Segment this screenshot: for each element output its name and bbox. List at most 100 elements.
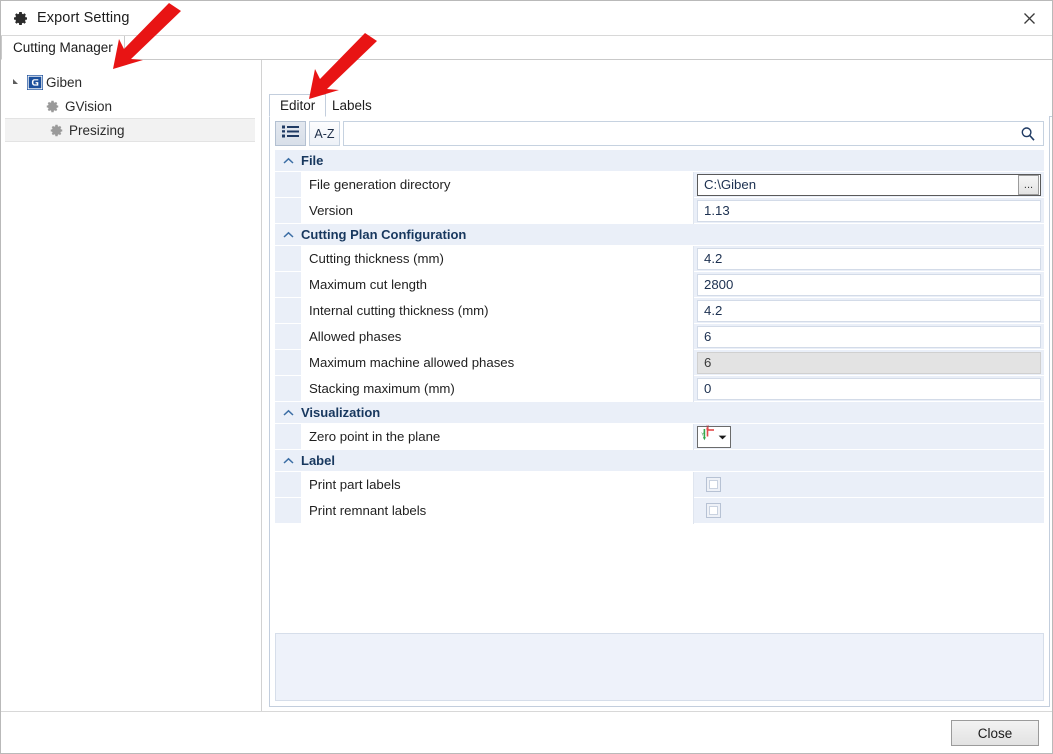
close-icon [1023,12,1036,25]
tab-cutting-manager[interactable]: Cutting Manager [1,36,125,60]
property-grid-empty-area [275,524,1044,592]
property-row[interactable]: Cutting thickness (mm) 4.2 [275,245,1044,272]
zero-point-dropdown[interactable]: XY [697,424,731,449]
property-row[interactable]: Version 1.13 [275,197,1044,224]
tab-labels[interactable]: Labels [322,94,382,117]
property-value-cell [697,500,1041,522]
property-value-field[interactable]: C:\Giben... [697,173,1041,196]
property-grid-toolbar: A-Z [275,121,1044,146]
property-row[interactable]: Allowed phases 6 [275,323,1044,350]
tree-item-giben[interactable]: Giben [1,70,261,94]
property-label: Internal cutting thickness (mm) [301,297,694,324]
dialog-body: Giben GVision Presizing Editor Labels A-… [1,60,1052,712]
tree-item-presizing[interactable]: Presizing [5,118,255,142]
property-row[interactable]: Stacking maximum (mm) 0 [275,375,1044,402]
property-row[interactable]: File generation directory C:\Giben... [275,171,1044,198]
axis-origin-icon: XY [698,424,718,449]
property-value-text: 2800 [704,277,734,292]
gear-icon [49,123,64,138]
tab-editor[interactable]: Editor [269,94,327,117]
property-row[interactable]: Internal cutting thickness (mm) 4.2 [275,297,1044,324]
checkbox-cell[interactable] [702,474,724,496]
editor-tab-strip: Editor Labels [269,94,1052,117]
property-search-box[interactable] [343,121,1044,146]
property-value: 6 [694,350,1044,376]
dialog-footer: Close [1,711,1052,753]
category-header[interactable]: Cutting Plan Configuration [275,224,1044,246]
property-label: Cutting thickness (mm) [301,245,694,272]
sort-alpha-icon: A-Z [314,126,335,141]
property-value-field[interactable]: 6 [697,351,1041,374]
property-row[interactable]: Print part labels [275,471,1044,498]
property-value-field[interactable]: 6 [697,325,1041,348]
tree-item-gvision[interactable]: GVision [1,94,261,118]
export-setting-dialog: Export Setting Cutting Manager Giben GVi… [0,0,1053,754]
property-label: Stacking maximum (mm) [301,375,694,402]
tab-editor-label: Editor [280,98,316,113]
property-value: 0 [694,376,1044,402]
property-label: Allowed phases [301,323,694,350]
property-row[interactable]: Maximum machine allowed phases 6 [275,349,1044,376]
tree-item-giben-label: Giben [46,74,83,90]
checkbox-icon[interactable] [705,477,721,492]
browse-ellipsis-button[interactable]: ... [1018,174,1039,195]
chevron-up-icon[interactable] [275,157,301,165]
tab-labels-label: Labels [332,98,372,113]
close-button-label: Close [977,725,1013,741]
gear-icon [45,99,60,114]
property-value: 4.2 [694,246,1044,272]
property-description-panel [275,633,1044,701]
close-button[interactable]: Close [951,720,1039,746]
svg-text:X: X [706,424,709,429]
chevron-up-icon[interactable] [275,409,301,417]
category-header[interactable]: File [275,150,1044,172]
categorized-view-button[interactable] [275,121,306,146]
categorized-list-icon [282,125,299,143]
checkbox-cell[interactable] [702,500,724,522]
property-value: XY [694,424,1044,450]
property-label: Zero point in the plane [301,423,694,450]
property-value-text: 6 [704,355,712,370]
property-value-field[interactable]: 4.2 [697,299,1041,322]
tree-expander-icon[interactable] [10,75,24,89]
property-row[interactable]: Maximum cut length 2800 [275,271,1044,298]
gear-icon [12,10,29,27]
property-row[interactable]: Zero point in the plane X Y [275,423,1044,450]
property-value-field[interactable]: 1.13 [697,199,1041,222]
property-label: Maximum machine allowed phases [301,349,694,376]
property-label: File generation directory [301,171,694,198]
sort-alphabetical-button[interactable]: A-Z [309,121,340,146]
property-value-text: 0 [704,381,712,396]
settings-tree-panel: Giben GVision Presizing [1,60,262,712]
property-value: 6 [694,324,1044,350]
chevron-up-icon[interactable] [275,457,301,465]
chevron-up-icon[interactable] [275,231,301,239]
search-input[interactable] [344,122,1043,145]
property-label: Print part labels [301,471,694,498]
property-value-field[interactable]: 2800 [697,273,1041,296]
property-value-text: 4.2 [704,251,723,266]
property-value-field[interactable]: 0 [697,377,1041,400]
window-close-button[interactable] [1006,1,1052,35]
property-value-text: 1.13 [704,203,730,218]
property-value-text: 6 [704,329,712,344]
checkbox-icon[interactable] [705,503,721,518]
category-header[interactable]: Visualization [275,402,1044,424]
title-bar: Export Setting [1,1,1052,36]
property-value: C:\Giben... [694,172,1044,198]
category-name: Visualization [301,405,381,420]
giben-logo-icon [27,74,43,90]
category-name: File [301,153,324,168]
tab-cutting-manager-label: Cutting Manager [13,40,113,55]
category-name: Cutting Plan Configuration [301,227,467,242]
chevron-down-icon[interactable] [718,428,727,446]
property-row[interactable]: Print remnant labels [275,497,1044,524]
property-value-cell [697,474,1041,496]
property-label: Print remnant labels [301,497,694,524]
property-value: 4.2 [694,298,1044,324]
category-header[interactable]: Label [275,450,1044,472]
property-value: 1.13 [694,198,1044,224]
property-value-field[interactable]: 4.2 [697,247,1041,270]
property-label: Version [301,197,694,224]
property-value-text: 4.2 [704,303,723,318]
